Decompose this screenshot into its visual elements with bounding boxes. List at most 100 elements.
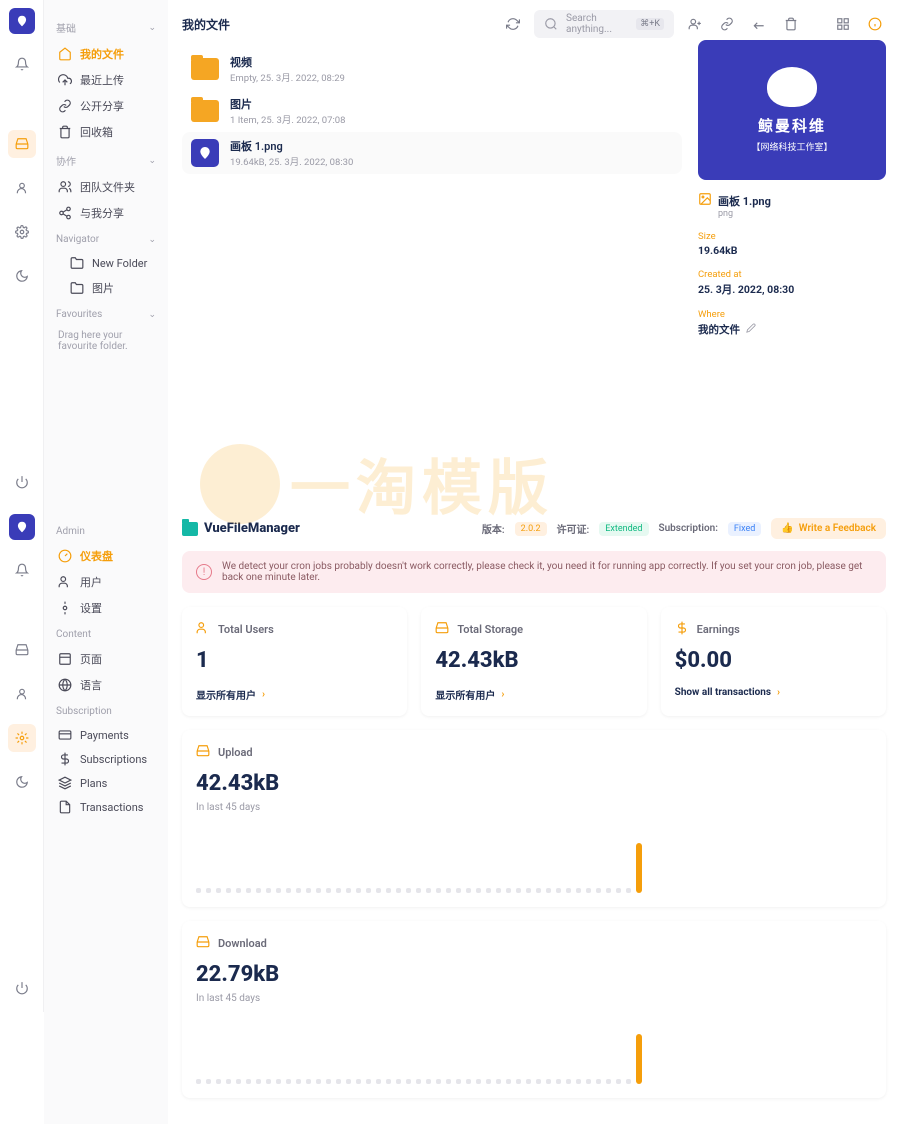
settings-icon[interactable] <box>8 724 36 752</box>
edit-icon[interactable] <box>746 323 756 336</box>
sidebar-item-team[interactable]: 团队文件夹 <box>52 174 160 200</box>
sidebar-item-subscriptions[interactable]: Subscriptions <box>52 747 160 771</box>
size-value: 19.64kB <box>698 244 886 257</box>
section-admin: Admin <box>56 526 85 537</box>
move-icon[interactable] <box>748 13 770 35</box>
sidebar-item-shared[interactable]: 与我分享 <box>52 200 160 226</box>
image-icon <box>698 192 712 209</box>
upload-bars <box>196 833 872 893</box>
show-storage-link[interactable]: 显示所有用户› <box>435 687 632 702</box>
sidebar-item-language[interactable]: 语言 <box>52 672 160 698</box>
drive-icon[interactable] <box>8 130 36 158</box>
moon-icon[interactable] <box>8 768 36 796</box>
chevron-down-icon[interactable]: ⌄ <box>148 156 156 166</box>
upload-value: 42.43kB <box>196 771 872 796</box>
admin-topbar: VueFileManager 版本: 2.0.2 许可证: Extended S… <box>182 518 886 539</box>
card-users: Total Users 1 显示所有用户› <box>182 607 407 716</box>
fav-hint: Drag here your favourite folder. <box>52 326 160 356</box>
share-icon <box>58 206 72 220</box>
globe-icon <box>58 678 72 692</box>
earnings-value: $0.00 <box>675 648 872 673</box>
users-icon <box>58 180 72 194</box>
sidebar-item-dashboard[interactable]: 仪表盘 <box>52 543 160 569</box>
card-icon <box>58 728 72 742</box>
feedback-button[interactable]: 👍Write a Feedback <box>771 518 886 539</box>
created-value: 25. 3月. 2022, 08:30 <box>698 282 886 297</box>
sidebar-item-settings[interactable]: 设置 <box>52 595 160 621</box>
view-toggle-icon[interactable] <box>832 13 854 35</box>
brand: VueFileManager <box>182 521 472 536</box>
file-row-folder[interactable]: 视频Empty, 25. 3月. 2022, 08:29 <box>182 48 682 90</box>
layers-icon <box>58 776 72 790</box>
file-icon <box>58 800 72 814</box>
search-input[interactable]: Search anything... ⌘+K <box>534 10 674 38</box>
folder-icon <box>70 281 84 295</box>
sidebar-item-public[interactable]: 公开分享 <box>52 93 160 119</box>
topbar: 我的文件 Search anything... ⌘+K <box>182 10 886 38</box>
alert-icon: ! <box>196 564 212 580</box>
nav-folder-new[interactable]: New Folder <box>52 251 160 275</box>
drive-icon[interactable] <box>8 636 36 664</box>
nav-folder-images[interactable]: 图片 <box>52 275 160 301</box>
sidebar-item-transactions[interactable]: Transactions <box>52 795 160 819</box>
moon-icon[interactable] <box>8 262 36 290</box>
user-icon[interactable] <box>8 680 36 708</box>
download-value: 22.79kB <box>196 962 872 987</box>
show-transactions-link[interactable]: Show all transactions› <box>675 687 872 698</box>
sidebar-item-payments[interactable]: Payments <box>52 723 160 747</box>
file-row-image[interactable]: 画板 1.png19.64kB, 25. 3月. 2022, 08:30 <box>182 132 682 174</box>
power-icon[interactable] <box>8 974 36 1002</box>
nav-rail <box>0 0 44 506</box>
sidebar-item-trash[interactable]: 回收箱 <box>52 119 160 145</box>
chevron-right-icon: › <box>501 689 504 700</box>
add-user-icon[interactable] <box>684 13 706 35</box>
link-icon[interactable] <box>716 13 738 35</box>
sidebar-item-plans[interactable]: Plans <box>52 771 160 795</box>
card-storage: Total Storage 42.43kB 显示所有用户› <box>421 607 646 716</box>
upload-sub: In last 45 days <box>196 802 872 813</box>
sidebar-item-users[interactable]: 用户 <box>52 569 160 595</box>
drive-icon <box>435 621 449 638</box>
show-users-link[interactable]: 显示所有用户› <box>196 687 393 702</box>
sync-icon[interactable] <box>502 13 524 35</box>
sidebar-item-recent[interactable]: 最近上传 <box>52 67 160 93</box>
settings-icon[interactable] <box>8 218 36 246</box>
bell-icon[interactable] <box>8 50 36 78</box>
trash-icon <box>58 125 72 139</box>
admin-sidebar: Admin 仪表盘 用户 设置 Content 页面 语言 Subscripti… <box>44 506 168 1124</box>
file-row-folder[interactable]: 图片1 Item, 25. 3月. 2022, 07:08 <box>182 90 682 132</box>
delete-icon[interactable] <box>780 13 802 35</box>
user-icon[interactable] <box>8 174 36 202</box>
main-panel: 我的文件 Search anything... ⌘+K 视频Empty, 25.… <box>168 0 900 506</box>
dollar-icon <box>58 752 72 766</box>
image-thumb <box>190 139 220 167</box>
page-title: 我的文件 <box>182 16 492 33</box>
kbd-shortcut: ⌘+K <box>636 18 664 30</box>
section-content: Content <box>56 629 91 640</box>
chevron-down-icon[interactable]: ⌄ <box>148 310 156 320</box>
chevron-right-icon: › <box>262 689 265 700</box>
folder-icon <box>190 97 220 125</box>
sidebar-item-pages[interactable]: 页面 <box>52 646 160 672</box>
file-manager-screen: 基础⌄ 我的文件 最近上传 公开分享 回收箱 协作⌄ 团队文件夹 与我分享 Na… <box>0 0 900 506</box>
info-icon[interactable] <box>864 13 886 35</box>
upload-icon <box>196 744 210 761</box>
section-basic: 基础 <box>56 20 76 35</box>
link-icon <box>58 99 72 113</box>
size-label: Size <box>698 231 886 242</box>
users-value: 1 <box>196 648 393 673</box>
where-label: Where <box>698 309 886 320</box>
download-chart: Download 22.79kB In last 45 days <box>182 921 886 1098</box>
upload-chart: Upload 42.43kB In last 45 days <box>182 730 886 907</box>
bell-icon[interactable] <box>8 556 36 584</box>
app-logo[interactable] <box>9 514 35 540</box>
sidebar-item-myfiles[interactable]: 我的文件 <box>52 41 160 67</box>
section-navigator: Navigator <box>56 234 99 245</box>
power-icon[interactable] <box>8 468 36 496</box>
license-badge: Extended <box>599 522 648 536</box>
app-logo[interactable] <box>9 8 35 34</box>
chevron-down-icon[interactable]: ⌄ <box>148 235 156 245</box>
section-subscription: Subscription <box>56 706 112 717</box>
admin-screen: Admin 仪表盘 用户 设置 Content 页面 语言 Subscripti… <box>0 506 900 1124</box>
chevron-down-icon[interactable]: ⌄ <box>148 23 156 33</box>
